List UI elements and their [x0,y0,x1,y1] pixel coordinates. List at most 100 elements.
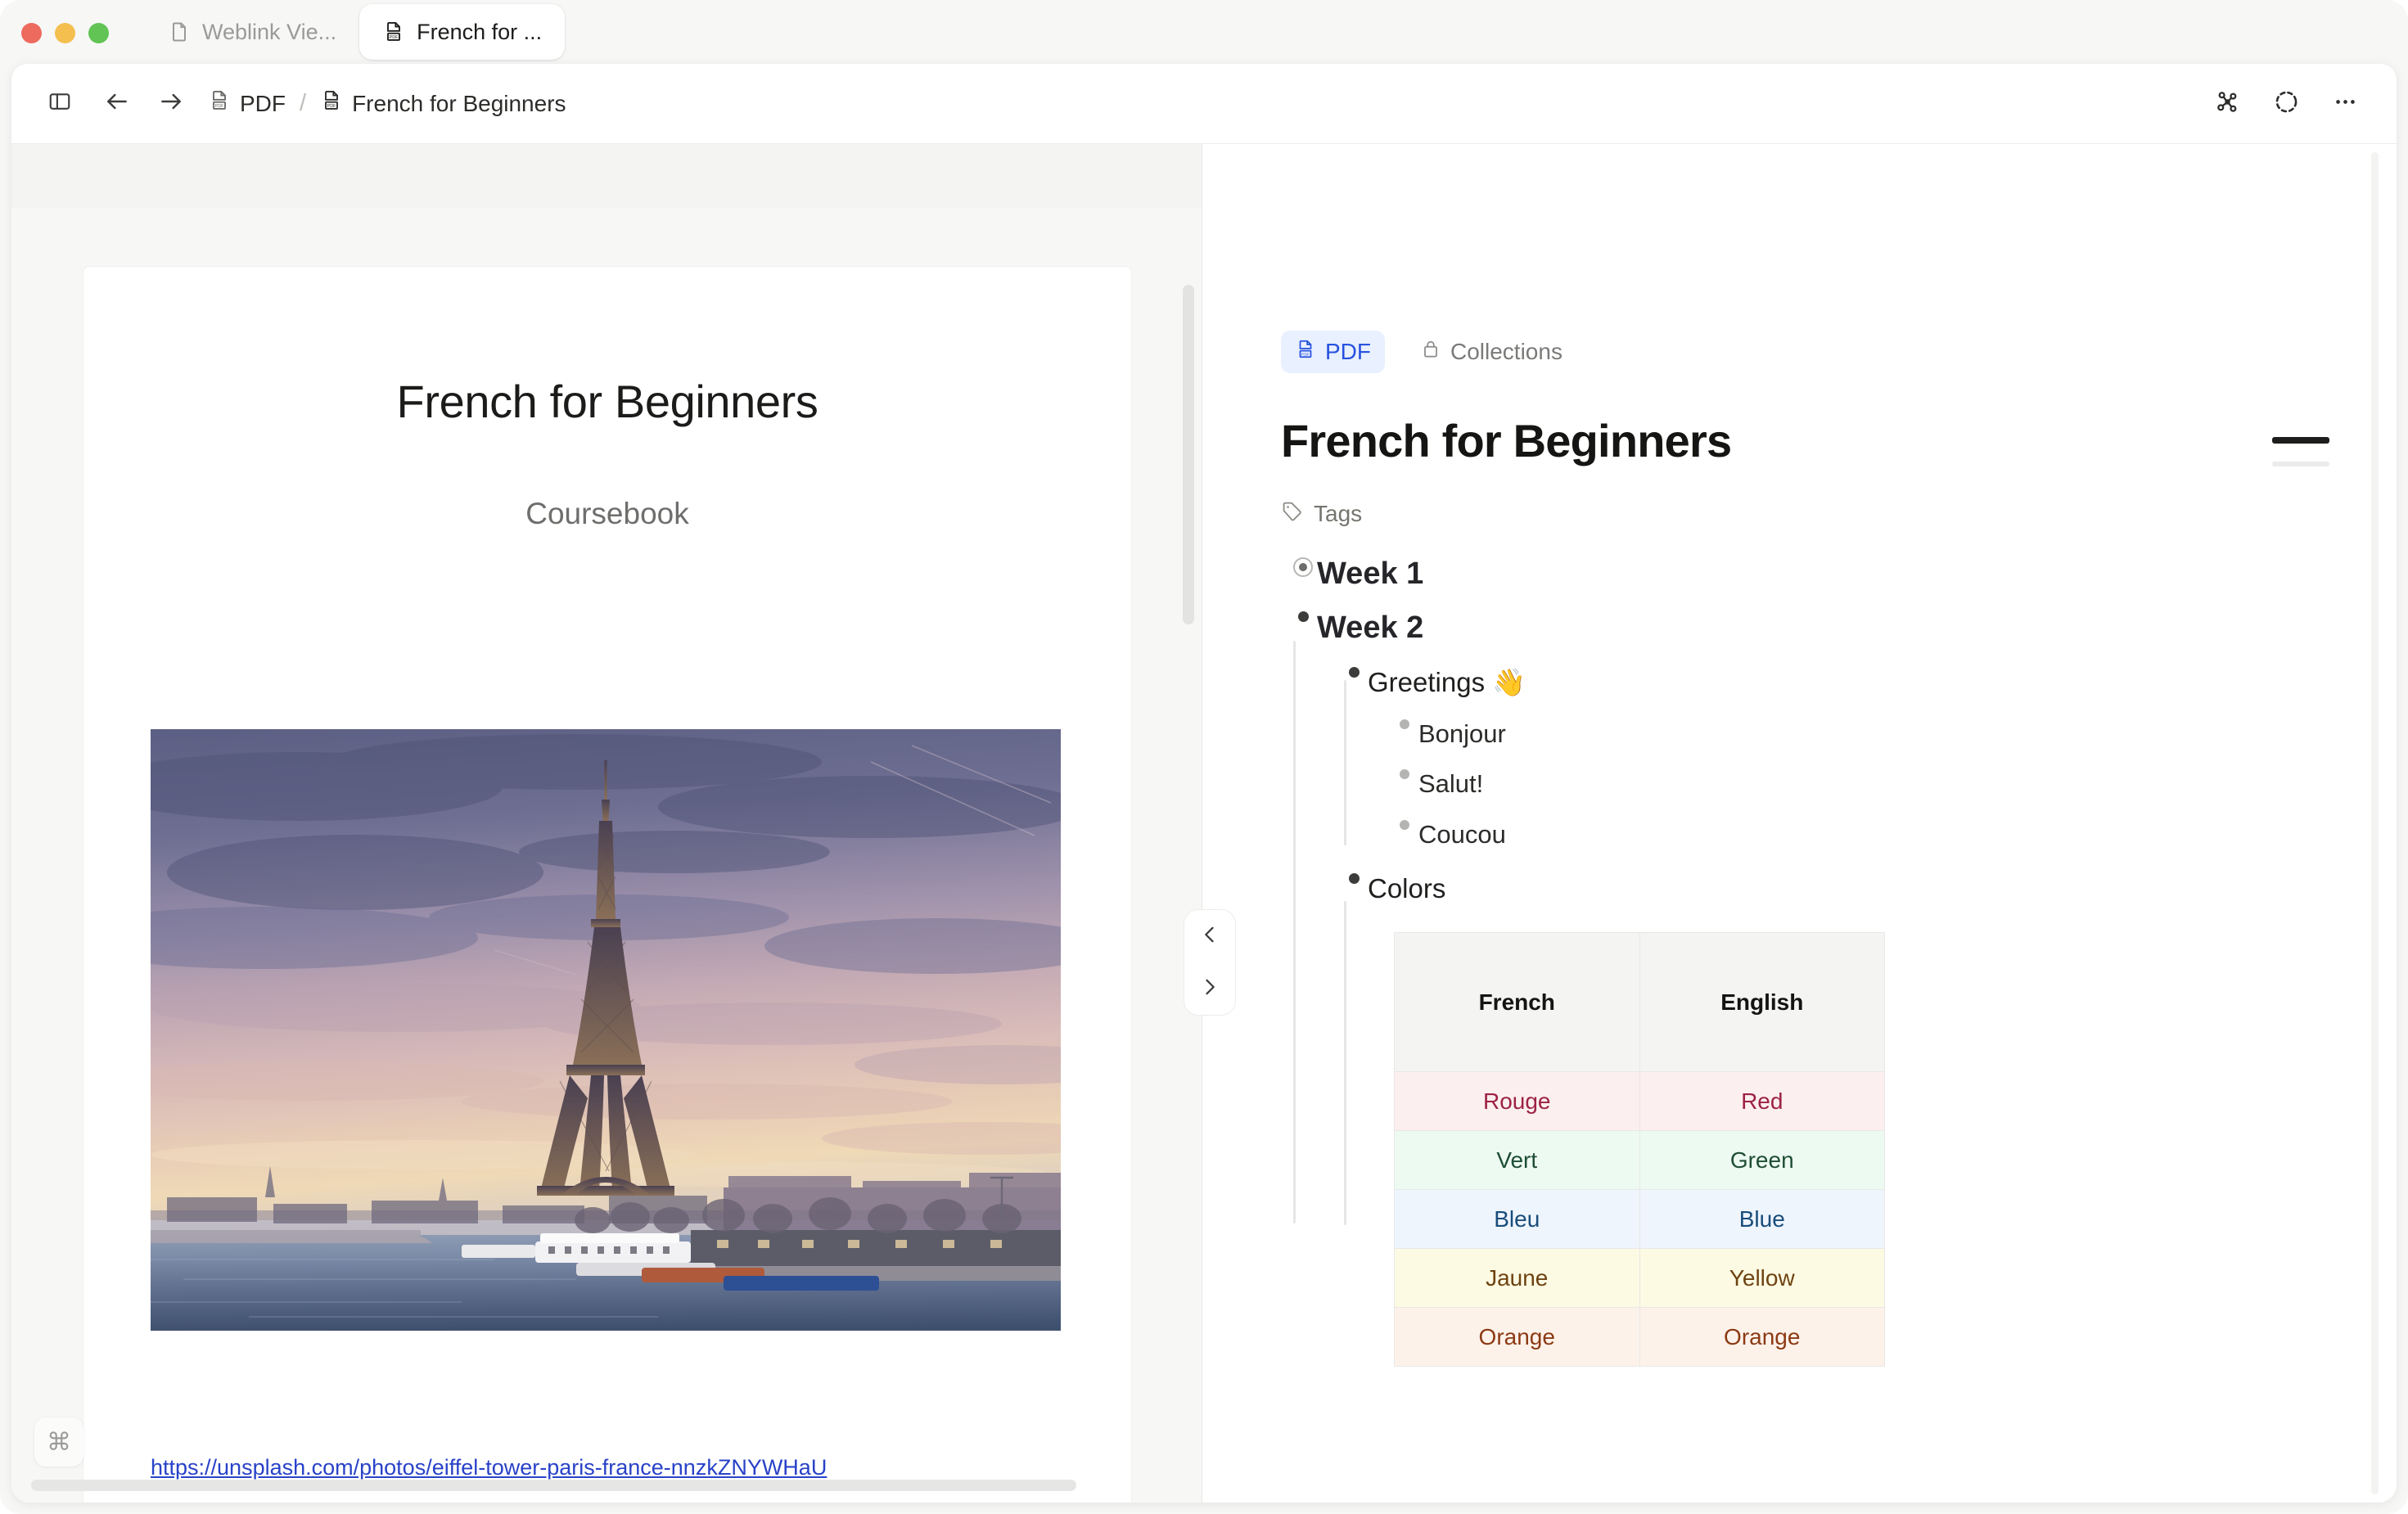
pdf-file-icon: PDF [1295,339,1316,366]
note-title[interactable]: French for Beginners [1281,414,2337,467]
table-cell-english[interactable]: Green [1639,1131,1885,1190]
note-vertical-scrollbar[interactable] [2371,152,2379,1494]
eiffel-tower-photo [151,729,1061,1331]
breadcrumb-item-document[interactable]: PDF French for Beginners [320,89,566,118]
pdf-document-subtitle: Coursebook [83,497,1131,531]
collections-icon [1420,339,1441,366]
note-tab-label: PDF [1325,339,1371,365]
tab-label: Weblink Vie... [202,20,336,45]
table-cell-french[interactable]: Vert [1395,1131,1640,1190]
breadcrumb-item-pdf[interactable]: PDF PDF [208,89,286,118]
outline-item-colors[interactable]: Colors [1281,873,2337,904]
table-cell-english[interactable]: Orange [1639,1308,1885,1367]
minimize-window-button[interactable] [55,23,75,43]
outline-item-label: Colors [1368,873,1445,904]
pdf-document-title: French for Beginners [83,375,1131,428]
colors-table: French English Rouge Red [1394,932,1885,1367]
tags-field[interactable]: Tags [1281,500,2337,528]
table-row[interactable]: Jaune Yellow [1395,1249,1885,1308]
pdf-page: French for Beginners Coursebook [83,267,1131,1503]
titlebar: Weblink Vie... PDF French for ... [0,0,2408,64]
pdf-file-icon: PDF [208,89,231,118]
table-row[interactable]: Orange Orange [1395,1308,1885,1367]
table-row[interactable]: Bleu Blue [1395,1190,1885,1249]
outline-item-label: Greetings 👋 [1368,667,1526,698]
forward-button[interactable] [149,82,193,126]
outline-item-label: Week 1 [1317,557,1423,592]
more-options-icon [2332,88,2359,119]
bullet-icon[interactable] [1340,873,1368,884]
bullet-icon[interactable] [1391,769,1418,779]
app-card: PDF PDF / PDF [11,64,2397,1503]
table-header-english[interactable]: English [1639,933,1885,1072]
table-header-french[interactable]: French [1395,933,1640,1072]
table-row[interactable]: Vert Green [1395,1131,1885,1190]
close-window-button[interactable] [21,23,42,43]
indent-guide [1344,901,1346,1225]
outline-item-bonjour[interactable]: Bonjour [1281,719,2337,749]
svg-text:PDF: PDF [327,104,336,109]
traffic-lights [21,23,109,43]
outline-item-week-2[interactable]: Week 2 [1281,611,2337,646]
svg-text:PDF: PDF [390,35,399,40]
table-header-row: French English [1395,933,1885,1072]
split-panes: French for Beginners Coursebook [11,144,2397,1503]
pdf-viewer-pane: French for Beginners Coursebook [11,144,1202,1503]
pdf-horizontal-scrollbar[interactable] [31,1480,1076,1491]
pane-navigation [1184,909,1236,1016]
zoom-window-button[interactable] [88,23,109,43]
document-icon [168,20,191,43]
pane-prev-button[interactable] [1184,910,1235,962]
pane-next-button[interactable] [1184,962,1235,1015]
toolbar-right-group [2205,82,2367,126]
outline-item-coucou[interactable]: Coucou [1281,820,2337,849]
table-cell-english[interactable]: Blue [1639,1190,1885,1249]
table-cell-french[interactable]: Orange [1395,1308,1640,1367]
svg-text:PDF: PDF [1301,352,1310,357]
toolbar-left-group: PDF PDF / PDF [38,82,566,126]
chevron-right-icon [1198,976,1221,1003]
table-cell-french[interactable]: Jaune [1395,1249,1640,1308]
breadcrumb: PDF PDF / PDF [208,89,566,118]
table-cell-french[interactable]: Rouge [1395,1072,1640,1131]
sidebar-toggle-icon [47,89,72,118]
table-cell-english[interactable]: Red [1639,1072,1885,1131]
note-content: PDF PDF Col [1281,144,2337,1367]
outline-item-label: Bonjour [1418,719,1506,749]
focus-mode-button[interactable] [2264,82,2308,126]
arrow-right-icon [158,88,184,119]
tab-strip: Weblink Vie... PDF French for ... [145,0,565,64]
pdf-file-icon: PDF [320,89,343,118]
outline-item-label: Salut! [1418,769,1483,799]
more-options-button[interactable] [2323,82,2367,126]
outline-item-greetings[interactable]: Greetings 👋 [1281,667,2337,698]
bullet-icon[interactable] [1391,820,1418,830]
outline-item-week-1[interactable]: Week 1 [1281,557,2337,592]
colors-table-wrapper: French English Rouge Red [1394,932,2337,1367]
bullet-icon[interactable] [1391,719,1418,729]
note-tab-collections[interactable]: Collections [1406,331,1576,373]
outline-item-salut[interactable]: Salut! [1281,769,2337,799]
sidebar-toggle-button[interactable] [38,82,82,126]
pdf-vertical-scrollbar[interactable] [1183,285,1194,624]
back-button[interactable] [95,82,139,126]
bullet-icon[interactable] [1289,611,1317,622]
note-tab-bar: PDF PDF Col [1281,331,2337,373]
graph-view-button[interactable] [2205,82,2249,126]
app-window: Weblink Vie... PDF French for ... [0,0,2408,1514]
note-tab-pdf[interactable]: PDF PDF [1281,331,1385,373]
table-cell-french[interactable]: Bleu [1395,1190,1640,1249]
tab-weblink-viewer[interactable]: Weblink Vie... [145,4,359,60]
table-cell-english[interactable]: Yellow [1639,1249,1885,1308]
tab-french-for-beginners[interactable]: PDF French for ... [359,4,565,60]
table-row[interactable]: Rouge Red [1395,1072,1885,1131]
image-source-link[interactable]: https://unsplash.com/photos/eiffel-tower… [151,1455,827,1480]
collapsed-toggle-icon[interactable] [1289,557,1317,577]
outline-item-label: Week 2 [1317,611,1423,646]
bullet-icon[interactable] [1340,667,1368,678]
chevron-left-icon [1198,923,1221,950]
note-tab-label: Collections [1450,339,1562,365]
pdf-file-icon: PDF [382,20,405,43]
command-key-badge[interactable]: ⌘ [34,1417,83,1467]
breadcrumb-separator: / [296,90,309,117]
